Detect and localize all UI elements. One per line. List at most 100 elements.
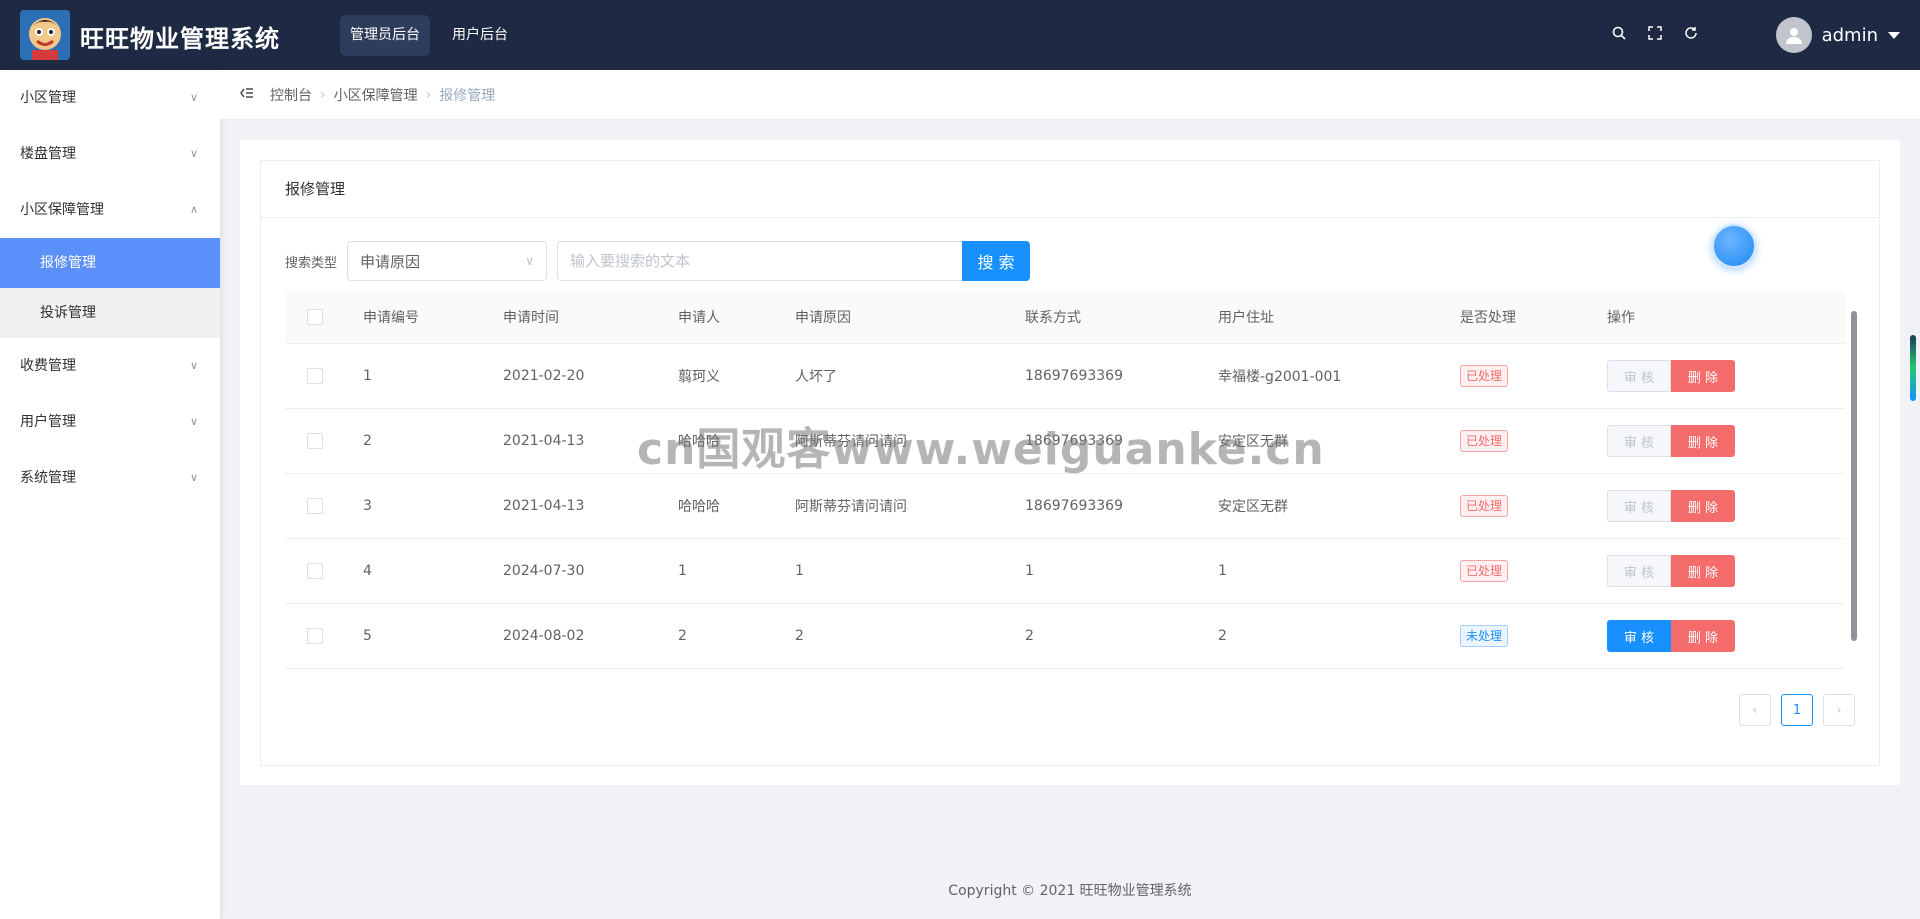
status-badge: 未处理 [1460,625,1509,647]
column-header: 是否处理 [1460,310,1516,326]
column-header: 申请原因 [795,310,851,326]
header-toolbar [1610,24,1700,42]
breadcrumb: 控制台 › 小区保障管理 › 报修管理 [220,70,1920,120]
search-type-value: 申请原因 [360,252,421,271]
next-page-button[interactable]: › [1823,694,1855,726]
chevron-down-icon: ∨ [189,471,198,484]
sidebar: 小区管理 ∨ 楼盘管理 ∨ 小区保障管理 ∧ 报修管理 投诉管理 收费管理 ∨ … [0,70,220,919]
sidebar-item-label: 楼盘管理 [20,146,76,162]
table-row: 5 2024-08-02 2 2 2 2 未处理 审 核 删 除 [285,604,1845,669]
delete-button[interactable]: 删 除 [1671,360,1735,392]
cell-applicant: 2 [678,628,687,644]
cell-phone: 2 [1025,628,1034,644]
repair-table: 申请编号 申请时间 申请人 申请原因 联系方式 用户住址 是否处理 操作 1 2… [285,291,1845,669]
sidebar-item-complaints[interactable]: 投诉管理 [0,288,220,338]
refresh-icon[interactable] [1682,24,1700,42]
status-badge: 已处理 [1460,365,1509,387]
sidebar-item-repairs[interactable]: 报修管理 [0,238,220,288]
cell-address: 安定区无群 [1218,434,1288,450]
sidebar-item-label: 收费管理 [20,358,76,374]
sidebar-item-users[interactable]: 用户管理 ∨ [0,394,220,450]
search-bar: 搜索类型 申请原因 ∨ 搜 索 [285,241,1031,281]
cell-phone: 18697693369 [1025,498,1123,514]
top-nav: 管理员后台 用户后台 [340,15,518,56]
breadcrumb-current: 报修管理 [439,87,496,104]
cell-date: 2021-04-13 [503,498,585,514]
row-checkbox[interactable] [307,433,323,449]
pagination: ‹ 1 › [1739,694,1855,726]
sidebar-item-buildings[interactable]: 楼盘管理 ∨ [0,126,220,182]
cell-reason: 人坏了 [795,369,837,385]
cell-applicant: 翦珂义 [678,369,720,385]
column-header: 申请时间 [503,310,559,326]
table-row: 1 2021-02-20 翦珂义 人坏了 18697693369 幸福楼-g20… [285,344,1845,409]
footer-copyright: Copyright © 2021 旺旺物业管理系统 [948,883,1192,899]
cell-phone: 1 [1025,563,1034,579]
scrollbar-thumb[interactable] [1851,311,1857,641]
sidebar-item-system[interactable]: 系统管理 ∨ [0,450,220,506]
cell-address: 安定区无群 [1218,499,1288,515]
delete-button[interactable]: 删 除 [1671,490,1735,522]
row-checkbox[interactable] [307,368,323,384]
breadcrumb-security[interactable]: 小区保障管理 [334,85,418,105]
table-row: 2 2021-04-13 哈哈哈 阿斯蒂芬请问请问 18697693369 安定… [285,409,1845,474]
caret-down-icon [1888,31,1900,39]
table-row: 4 2024-07-30 1 1 1 1 已处理 审 核 删 除 [285,539,1845,604]
audit-button[interactable]: 审 核 [1607,490,1671,522]
fullscreen-icon[interactable] [1646,24,1664,42]
collapse-sidebar-icon[interactable] [240,87,254,103]
search-type-select[interactable]: 申请原因 ∨ [347,241,548,281]
sidebar-item-label: 小区保障管理 [20,202,104,218]
cell-id: 2 [363,433,372,449]
sidebar-item-fees[interactable]: 收费管理 ∨ [0,338,220,394]
page-number-button[interactable]: 1 [1781,694,1813,726]
cell-id: 4 [363,563,372,579]
nav-admin-backend[interactable]: 管理员后台 [340,15,430,56]
column-header: 申请编号 [363,310,419,326]
audit-button[interactable]: 审 核 [1607,620,1671,652]
row-checkbox[interactable] [307,563,323,579]
delete-button[interactable]: 删 除 [1671,555,1735,587]
row-checkbox[interactable] [307,498,323,514]
user-menu[interactable]: admin [1775,17,1900,53]
status-badge: 已处理 [1460,560,1509,582]
card-title: 报修管理 [261,161,1879,218]
cell-reason: 阿斯蒂芬请问请问 [795,499,907,515]
delete-button[interactable]: 删 除 [1671,620,1735,652]
floating-assistant-button[interactable] [1712,224,1756,268]
audit-button[interactable]: 审 核 [1607,425,1671,457]
nav-user-backend[interactable]: 用户后台 [442,15,518,56]
sidebar-item-label: 用户管理 [20,414,76,430]
table-scrollbar[interactable] [1851,311,1857,641]
chevron-up-icon: ∧ [189,203,198,216]
cell-id: 5 [363,628,372,644]
column-header: 操作 [1607,310,1635,326]
search-input[interactable] [557,241,963,281]
audit-button[interactable]: 审 核 [1607,360,1671,392]
cell-date: 2021-02-20 [503,368,585,384]
cell-date: 2024-07-30 [503,563,585,579]
prev-page-button[interactable]: ‹ [1739,694,1771,726]
app-logo [20,10,70,60]
breadcrumb-dashboard[interactable]: 控制台 [270,85,312,105]
sidebar-item-label: 系统管理 [20,470,76,486]
audit-button[interactable]: 审 核 [1607,555,1671,587]
sidebar-item-security[interactable]: 小区保障管理 ∧ [0,182,220,238]
sidebar-item-community[interactable]: 小区管理 ∨ [0,70,220,126]
cell-address: 幸福楼-g2001-001 [1218,369,1342,385]
delete-button[interactable]: 删 除 [1671,425,1735,457]
main-content: 报修管理 搜索类型 申请原因 ∨ 搜 索 申请编号 申请时间 申请人 申请原因 … [240,140,1900,785]
cell-phone: 18697693369 [1025,368,1123,384]
select-all-checkbox[interactable] [307,309,323,325]
cell-applicant: 1 [678,563,687,579]
search-button[interactable]: 搜 索 [962,241,1031,281]
cell-address: 2 [1218,628,1227,644]
cell-id: 3 [363,498,372,514]
avatar [1775,17,1812,53]
cell-reason: 2 [795,628,804,644]
row-checkbox[interactable] [307,628,323,644]
page-scroll-indicator[interactable] [1910,335,1916,401]
cell-date: 2021-04-13 [503,433,585,449]
search-icon[interactable] [1610,24,1628,42]
chevron-right-icon: › [320,86,326,103]
